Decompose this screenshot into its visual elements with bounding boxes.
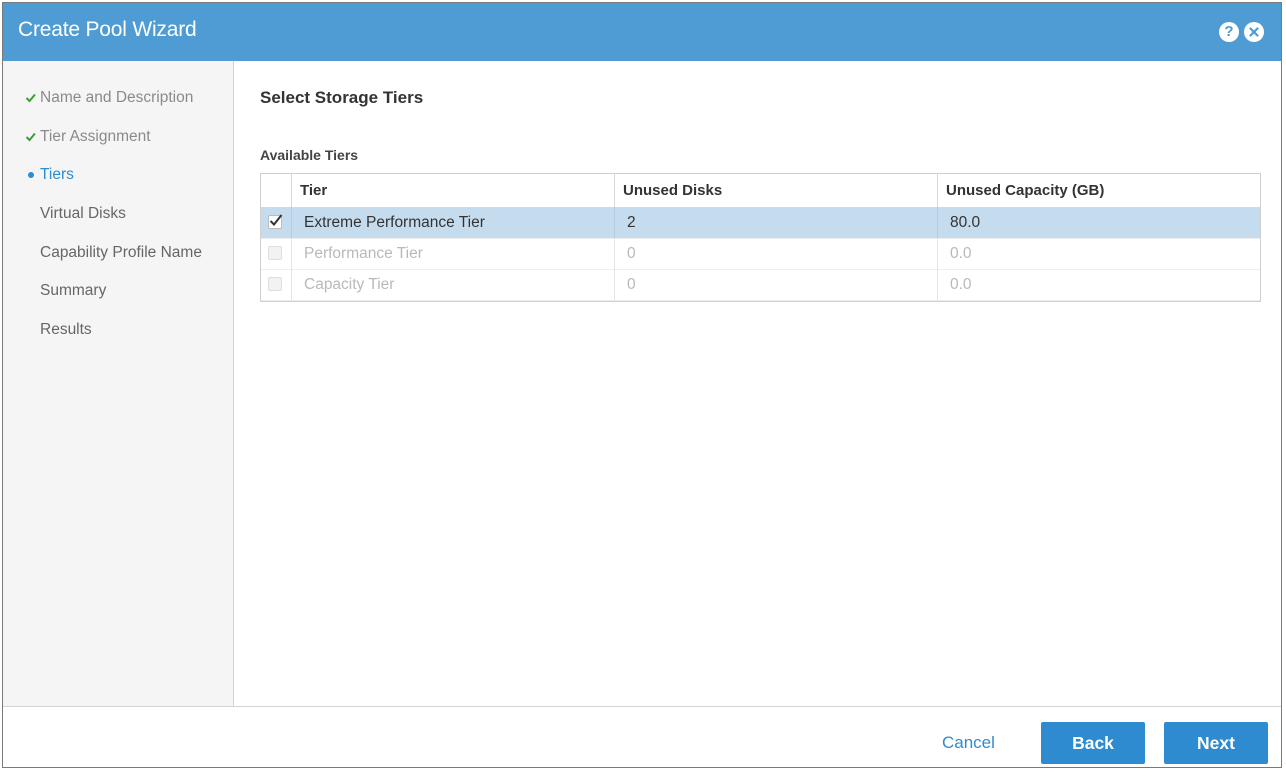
- step-tier-assignment[interactable]: Tier Assignment: [3, 123, 232, 151]
- step-label: Capability Profile Name: [40, 244, 202, 261]
- header-tier[interactable]: Tier: [291, 174, 614, 207]
- step-name-and-description[interactable]: Name and Description: [3, 84, 232, 112]
- step-summary: Summary: [3, 277, 232, 305]
- checkmark-icon: [25, 123, 37, 151]
- create-pool-wizard-dialog: Create Pool Wizard ? Name and Descriptio…: [2, 2, 1282, 768]
- step-label: Virtual Disks: [40, 205, 126, 222]
- checkmark-icon: [25, 84, 37, 112]
- header-unused-capacity[interactable]: Unused Capacity (GB): [937, 174, 1260, 207]
- step-label: Name and Description: [40, 89, 194, 106]
- step-label: Tier Assignment: [40, 128, 151, 145]
- close-icon[interactable]: [1244, 22, 1264, 42]
- help-icon[interactable]: ?: [1219, 22, 1239, 42]
- row-checkbox[interactable]: [268, 214, 283, 229]
- back-button[interactable]: Back: [1041, 722, 1145, 764]
- cell-unused-capacity: 80.0: [937, 207, 1260, 238]
- dialog-title: Create Pool Wizard: [18, 18, 197, 41]
- table-header: Tier Unused Disks Unused Capacity (GB): [261, 174, 1260, 208]
- header-select-column: [261, 174, 291, 207]
- cell-unused-disks: 2: [614, 207, 937, 238]
- row-checkbox-cell: [261, 207, 291, 238]
- step-label: Results: [40, 321, 92, 338]
- checkmark-icon: [269, 214, 283, 227]
- row-checkbox-cell: [261, 238, 291, 269]
- page-heading: Select Storage Tiers: [260, 88, 424, 107]
- row-checkbox: [268, 246, 282, 260]
- cell-tier: Capacity Tier: [291, 269, 614, 300]
- current-step-dot-icon: [25, 161, 37, 189]
- cell-unused-capacity: 0.0: [937, 238, 1260, 269]
- cancel-link[interactable]: Cancel: [942, 733, 995, 753]
- step-label: Tiers: [40, 166, 74, 183]
- table-row-capacity: Capacity Tier 0 0.0: [261, 269, 1260, 301]
- table-row-performance: Performance Tier 0 0.0: [261, 238, 1260, 270]
- row-checkbox-cell: [261, 269, 291, 300]
- close-x-glyph-icon: [1249, 27, 1259, 37]
- cell-tier: Extreme Performance Tier: [291, 207, 614, 238]
- cell-unused-capacity: 0.0: [937, 269, 1260, 300]
- cell-unused-disks: 0: [614, 269, 937, 300]
- next-button[interactable]: Next: [1164, 722, 1268, 764]
- step-label: Summary: [40, 282, 107, 299]
- cell-tier: Performance Tier: [291, 238, 614, 269]
- main-content: Select Storage Tiers Available Tiers Tie…: [234, 61, 1281, 706]
- header-unused-disks[interactable]: Unused Disks: [614, 174, 937, 207]
- step-capability-profile-name: Capability Profile Name: [3, 239, 232, 267]
- wizard-footer: Cancel Back Next: [3, 706, 1281, 767]
- wizard-steps-sidebar: Name and Description Tier Assignment Tie…: [3, 61, 234, 706]
- table-title: Available Tiers: [260, 147, 359, 163]
- table-row-extreme-performance[interactable]: Extreme Performance Tier 2 80.0: [261, 207, 1260, 239]
- step-virtual-disks: Virtual Disks: [3, 200, 232, 228]
- step-results: Results: [3, 316, 232, 344]
- cell-unused-disks: 0: [614, 238, 937, 269]
- title-bar: Create Pool Wizard ?: [3, 3, 1281, 61]
- available-tiers-table: Tier Unused Disks Unused Capacity (GB) E…: [260, 173, 1261, 302]
- step-tiers[interactable]: Tiers: [3, 161, 232, 189]
- row-checkbox: [268, 277, 282, 291]
